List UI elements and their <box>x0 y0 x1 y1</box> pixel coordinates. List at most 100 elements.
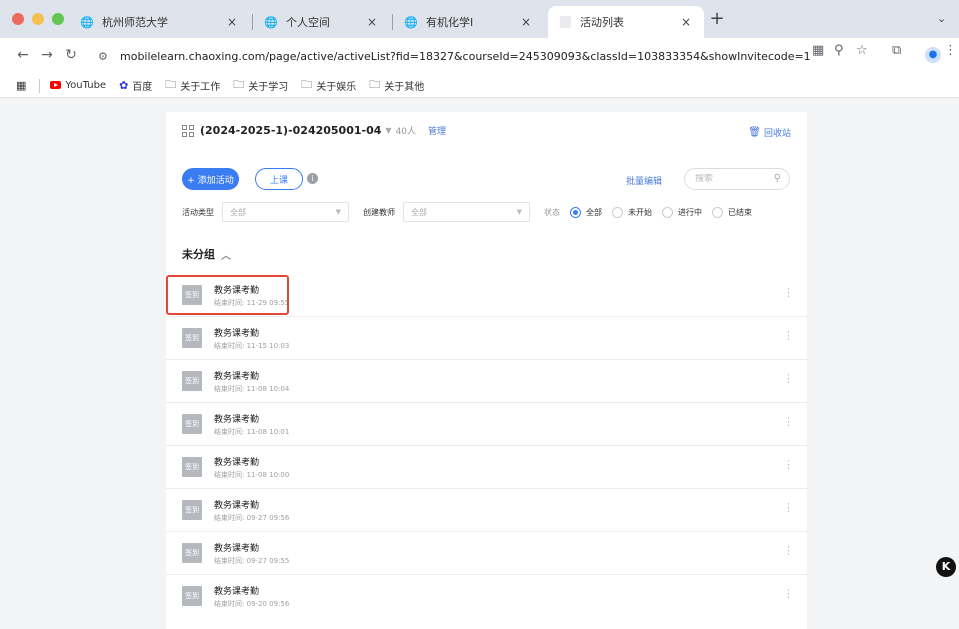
floating-assistant-icon[interactable]: K <box>936 557 956 577</box>
course-header: (2024-2025-1)-024205001-04 ▼ 40人 管理 <box>182 124 446 137</box>
batch-edit-link[interactable]: 批量编辑 <box>626 174 662 187</box>
forward-arrow-icon[interactable]: → <box>38 47 56 63</box>
creator-label: 创建教师 <box>363 207 395 217</box>
bookmark-folder-study[interactable]: 🗀 关于学习 <box>233 76 288 95</box>
tab-title: 活动列表 <box>580 16 624 29</box>
sign-in-badge: 签到 <box>182 328 202 348</box>
more-options-icon[interactable]: ⋮ <box>783 287 794 298</box>
youtube-icon <box>50 79 62 92</box>
start-class-button[interactable]: 上课 <box>255 168 303 190</box>
activity-row[interactable]: 签到 教务课考勤 结束时间: 09-27 09:55 ⋮ <box>166 532 807 575</box>
tab-close-button[interactable]: × <box>364 15 380 29</box>
qr-grid-icon[interactable] <box>182 124 194 137</box>
sign-in-badge: 签到 <box>182 457 202 477</box>
recycle-bin-link[interactable]: 🗑 回收站 <box>748 126 791 139</box>
radio-label: 已结束 <box>728 207 752 217</box>
site-info-icon[interactable]: ⚙ <box>98 50 116 63</box>
activity-row[interactable]: 签到 教务课考勤 结束时间: 09-20 09:56 ⋮ <box>166 575 807 618</box>
bookmark-folder-work[interactable]: 🗀 关于工作 <box>165 76 220 95</box>
window-close-button[interactable] <box>12 13 24 25</box>
state-radio-ended[interactable]: 已结束 <box>712 206 752 218</box>
url-text[interactable]: mobilelearn.chaoxing.com/page/active/act… <box>120 50 810 63</box>
activity-name[interactable]: 教务课考勤 <box>214 326 259 339</box>
more-options-icon[interactable]: ⋮ <box>783 416 794 427</box>
activity-name[interactable]: 教务课考勤 <box>214 584 259 597</box>
more-options-icon[interactable]: ⋮ <box>783 502 794 513</box>
activity-name[interactable]: 教务课考勤 <box>214 498 259 511</box>
activity-name[interactable]: 教务课考勤 <box>214 455 259 468</box>
recycle-bin-label: 回收站 <box>763 129 791 139</box>
group-header[interactable]: 未分组 ︿ <box>182 246 231 262</box>
reload-icon[interactable]: ↻ <box>62 47 80 63</box>
translate-icon[interactable]: ▦ <box>812 43 824 58</box>
radio-dot-icon <box>570 206 581 218</box>
more-options-icon[interactable]: ⋮ <box>783 373 794 384</box>
radio-dot-icon <box>612 206 623 218</box>
tab-search-chevron-icon[interactable]: ⌄ <box>937 12 946 25</box>
tab-hznu[interactable]: 🌐 杭州师范大学 × <box>70 6 250 38</box>
activity-row[interactable]: 签到 教务课考勤 结束时间: 11-08 10:01 ⋮ <box>166 403 807 446</box>
course-dropdown-caret-icon[interactable]: ▼ <box>385 126 391 135</box>
bookmark-star-icon[interactable]: ☆ <box>856 43 868 58</box>
state-radio-in-progress[interactable]: 进行中 <box>662 206 702 218</box>
activity-row[interactable]: 签到 教务课考勤 结束时间: 09-27 09:56 ⋮ <box>166 489 807 532</box>
radio-dot-icon <box>662 206 673 218</box>
activity-end-time: 结束时间: 11-08 10:00 <box>214 471 290 479</box>
folder-icon: 🗀 <box>233 78 245 91</box>
tab-close-button[interactable]: × <box>678 15 694 29</box>
bookmark-label: 关于学习 <box>248 82 289 93</box>
bookmark-folder-other[interactable]: 🗀 关于其他 <box>369 76 424 95</box>
creator-select[interactable]: 全部 ▼ <box>403 202 530 222</box>
activity-end-time: 结束时间: 09-27 09:56 <box>214 514 290 522</box>
activity-row[interactable]: 签到 教务课考勤 结束时间: 11-08 10:04 ⋮ <box>166 360 807 403</box>
more-options-icon[interactable]: ⋮ <box>783 545 794 556</box>
browser-menu-icon[interactable]: ⋮ <box>944 43 957 58</box>
state-radio-all[interactable]: 全部 <box>570 206 602 218</box>
tab-title: 杭州师范大学 <box>102 16 168 29</box>
back-arrow-icon[interactable]: ← <box>14 47 32 63</box>
manage-link[interactable]: 管理 <box>428 124 446 137</box>
profile-avatar-icon[interactable]: ● <box>925 47 941 63</box>
tab-close-button[interactable]: × <box>224 15 240 29</box>
activity-row[interactable]: 签到 教务课考勤 结束时间: 11-29 09:55 ⋮ <box>166 274 807 317</box>
bookmarks-bar: ▦ YouTube ✿ 百度 🗀 关于工作 🗀 关于学习 🗀 关于娱乐 🗀 关于… <box>0 74 959 98</box>
tab-personal-space[interactable]: 🌐 个人空间 × <box>254 6 390 38</box>
course-name[interactable]: (2024-2025-1)-024205001-04 <box>200 124 381 137</box>
activity-name[interactable]: 教务课考勤 <box>214 412 259 425</box>
chevron-up-icon[interactable]: ︿ <box>221 247 231 262</box>
bookmark-folder-entertainment[interactable]: 🗀 关于娱乐 <box>301 76 356 95</box>
tab-organic-chemistry[interactable]: 🌐 有机化学I × <box>394 6 544 38</box>
tab-separator <box>392 14 393 30</box>
activity-name[interactable]: 教务课考勤 <box>214 541 259 554</box>
zoom-icon[interactable]: ⚲ <box>834 43 844 58</box>
more-options-icon[interactable]: ⋮ <box>783 459 794 470</box>
activity-type-value: 全部 <box>230 207 246 217</box>
chevron-down-icon: ▼ <box>516 208 522 216</box>
more-options-icon[interactable]: ⋮ <box>783 588 794 599</box>
extensions-icon[interactable]: ⧉ <box>892 43 901 58</box>
window-minimize-button[interactable] <box>32 13 44 25</box>
bookmarks-separator <box>39 78 41 93</box>
add-activity-button[interactable]: + 添加活动 <box>182 168 239 190</box>
bookmark-baidu[interactable]: ✿ 百度 <box>119 78 152 93</box>
search-input[interactable] <box>695 174 765 184</box>
activity-row[interactable]: 签到 教务课考勤 结束时间: 11-15 10:03 ⋮ <box>166 317 807 360</box>
selection-highlight-box <box>166 275 289 315</box>
tab-activity-list[interactable]: 活动列表 × <box>548 6 704 38</box>
activity-name[interactable]: 教务课考勤 <box>214 369 259 382</box>
state-radio-not-started[interactable]: 未开始 <box>612 206 652 218</box>
more-options-icon[interactable]: ⋮ <box>783 330 794 341</box>
search-box[interactable]: ⚲ <box>684 168 790 190</box>
address-bar[interactable]: ⚙ mobilelearn.chaoxing.com/page/active/a… <box>88 43 880 69</box>
bookmark-youtube[interactable]: YouTube <box>50 79 106 92</box>
activity-row[interactable]: 签到 教务课考勤 结束时间: 11-08 10:00 ⋮ <box>166 446 807 489</box>
apps-grid-icon[interactable]: ▦ <box>16 79 30 92</box>
new-tab-button[interactable]: + <box>707 10 727 28</box>
search-icon[interactable]: ⚲ <box>774 173 781 184</box>
radio-dot-icon <box>712 206 723 218</box>
page-background: (2024-2025-1)-024205001-04 ▼ 40人 管理 🗑 回收… <box>0 98 959 629</box>
activity-type-select[interactable]: 全部 ▼ <box>222 202 349 222</box>
info-icon[interactable]: i <box>307 173 318 184</box>
tab-close-button[interactable]: × <box>518 15 534 29</box>
window-zoom-button[interactable] <box>52 13 64 25</box>
